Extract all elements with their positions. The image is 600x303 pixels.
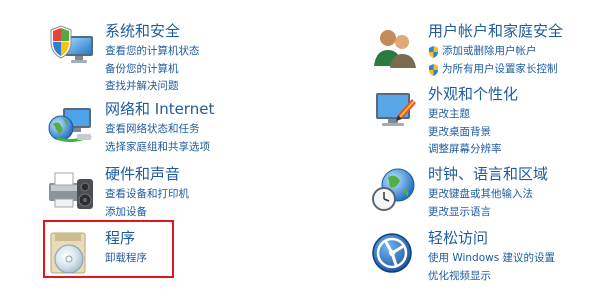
link-network-status[interactable]: 查看网络状态和任务 <box>105 121 210 139</box>
category-title[interactable]: 时钟、语言和区域 <box>428 165 548 183</box>
link-backup-computer[interactable]: 备份您的计算机 <box>105 61 200 79</box>
link-change-theme[interactable]: 更改主题 <box>428 106 502 124</box>
uac-shield-icon <box>429 46 438 58</box>
appearance-monitor-icon[interactable] <box>370 85 420 135</box>
link-text: 为所有用户设置家长控制 <box>442 62 558 75</box>
link-homegroup-sharing[interactable]: 选择家庭组和共享选项 <box>105 139 210 157</box>
category-title[interactable]: 轻松访问 <box>428 229 488 247</box>
link-devices-printers[interactable]: 查看设备和打印机 <box>105 186 189 204</box>
link-screen-resolution[interactable]: 调整屏幕分辨率 <box>428 141 502 159</box>
link-keyboard-input[interactable]: 更改键盘或其他输入法 <box>428 186 533 204</box>
link-add-device[interactable]: 添加设备 <box>105 204 189 222</box>
link-view-computer-status[interactable]: 查看您的计算机状态 <box>105 43 200 61</box>
users-icon[interactable] <box>370 22 420 72</box>
link-add-remove-accounts[interactable]: 添加或删除用户帐户 <box>428 43 558 61</box>
link-parental-controls[interactable]: 为所有用户设置家长控制 <box>428 61 558 79</box>
category-title[interactable]: 网络和 Internet <box>105 100 214 118</box>
highlight-box <box>43 220 174 278</box>
network-globe-icon[interactable] <box>47 100 97 150</box>
category-title[interactable]: 外观和个性化 <box>428 85 518 103</box>
clock-globe-icon[interactable] <box>370 165 420 215</box>
link-optimize-video-display[interactable]: 优化视频显示 <box>428 268 555 286</box>
link-text: 添加或删除用户帐户 <box>442 45 537 57</box>
link-troubleshoot[interactable]: 查找并解决问题 <box>105 78 200 96</box>
uac-shield-icon <box>429 63 438 76</box>
category-title[interactable]: 用户帐户和家庭安全 <box>428 22 563 40</box>
link-windows-recommended-settings[interactable]: 使用 Windows 建议的设置 <box>428 250 555 268</box>
category-title[interactable]: 系统和安全 <box>105 22 180 40</box>
shield-monitor-icon[interactable] <box>47 22 97 72</box>
ease-of-access-icon[interactable] <box>370 229 420 279</box>
link-display-language[interactable]: 更改显示语言 <box>428 204 533 222</box>
category-title[interactable]: 硬件和声音 <box>105 165 180 183</box>
link-desktop-background[interactable]: 更改桌面背景 <box>428 124 502 142</box>
printer-speaker-icon[interactable] <box>47 165 97 215</box>
